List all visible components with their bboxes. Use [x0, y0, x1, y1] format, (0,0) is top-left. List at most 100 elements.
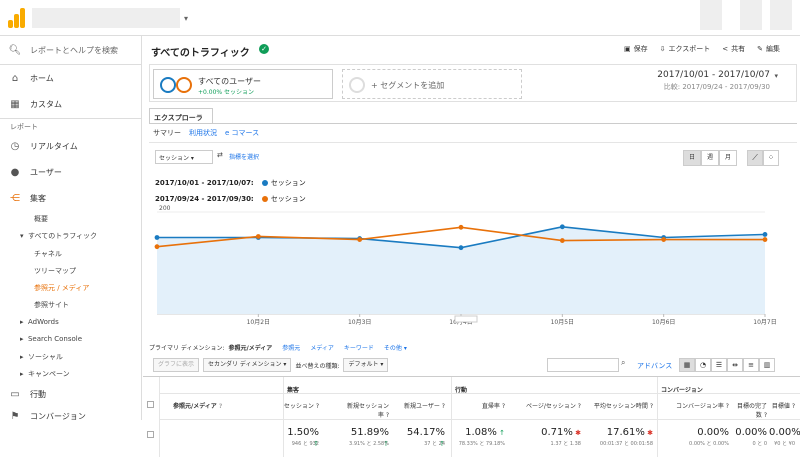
metric-comparison: 37 と 24 — [424, 441, 445, 447]
page-title: すべてのトラフィック — [151, 48, 250, 59]
sidebar-item-conversions[interactable]: ⚑ コンバージョン — [0, 406, 142, 426]
metric-value: 0.00% — [769, 427, 800, 438]
period-month-button[interactable]: 月 — [719, 150, 737, 166]
dimension-link-medium[interactable]: メディア — [310, 343, 334, 352]
dimension-link-source[interactable]: 参照元 — [282, 343, 300, 352]
sidebar-item-behavior[interactable]: ▭ 行動 — [0, 384, 142, 404]
behavior-icon: ▭ — [10, 388, 20, 400]
person-icon: ● — [10, 166, 20, 178]
subtab-usage[interactable]: 利用状況 — [189, 128, 217, 138]
column-header[interactable]: 平均セッション時間 ? — [583, 401, 653, 410]
metric-comparison: 00:01:37 と 00:01:58 — [599, 441, 653, 447]
tab-explorer[interactable]: エクスプローラ — [149, 108, 213, 124]
save-button[interactable]: ▣ 保存 — [624, 44, 648, 54]
column-header[interactable]: セッション ? — [283, 401, 319, 410]
data-point — [255, 234, 261, 239]
performance-view-icon[interactable]: ☰ — [711, 358, 727, 372]
sidebar-sub-source-medium[interactable]: 参照元 / メディア — [34, 283, 89, 293]
column-header[interactable]: 新規セッション率 ? — [343, 401, 389, 419]
share-button[interactable]: < 共有 — [722, 44, 745, 54]
period-day-button[interactable]: 日 — [683, 150, 701, 166]
dimension-link-keyword[interactable]: キーワード — [344, 343, 374, 352]
reports-heading: レポート — [10, 123, 38, 131]
save-icon: ▣ — [623, 45, 631, 53]
comparison-view-icon[interactable]: ⇹ — [727, 358, 743, 372]
metric-picker-link[interactable]: 指標を選択 — [229, 152, 259, 161]
period-week-button[interactable]: 週 — [701, 150, 719, 166]
add-segment-button[interactable]: + セグメントを追加 — [342, 69, 522, 99]
sidebar-sub-referrals[interactable]: 参照サイト — [34, 300, 69, 310]
clock-icon: ◷ — [10, 140, 20, 152]
analytics-logo-icon[interactable] — [8, 8, 26, 28]
sidebar-search[interactable]: 🔍︎ レポートとヘルプを検索 — [0, 40, 142, 60]
search-icon: 🔍︎ — [8, 44, 22, 56]
sidebar-sub-overview[interactable]: 概要 — [34, 214, 48, 224]
subtab-ecommerce[interactable]: e コマース — [225, 128, 259, 138]
top-bar: ▾ — [0, 0, 800, 36]
data-point — [559, 224, 565, 230]
column-header[interactable]: ページ/セッション ? — [509, 401, 581, 410]
pivot-view-icon[interactable]: ▥ — [759, 358, 775, 372]
expand-caret-icon: ▸ — [20, 335, 28, 343]
sidebar-item-users[interactable]: ● ユーザー — [0, 162, 142, 182]
sidebar-item-realtime[interactable]: ◷ リアルタイム — [0, 136, 142, 156]
advanced-filter-link[interactable]: アドバンス — [637, 361, 672, 371]
sidebar-sub-treemap[interactable]: ツリーマップ — [34, 266, 76, 276]
row-checkbox[interactable] — [147, 431, 154, 438]
compare-metric-icon[interactable]: ⇄ — [217, 151, 223, 159]
sort-type-select[interactable]: デフォルト ▾ — [343, 358, 389, 372]
motion-chart-icon[interactable]: ⁘ — [763, 150, 779, 166]
sessions-line-chart[interactable]: 20010010月2日10月3日10月4日10月5日10月6日10月7日 — [153, 204, 779, 326]
sidebar-sub-channels[interactable]: チャネル — [34, 249, 62, 259]
empty-ring-icon — [349, 77, 365, 93]
chevron-down-icon[interactable]: ▾ — [774, 72, 778, 80]
sidebar-item-custom[interactable]: ▦ カスタム — [0, 94, 142, 114]
select-all-checkbox[interactable] — [147, 401, 154, 408]
chevron-down-icon[interactable]: ▾ — [184, 14, 188, 23]
metric-value: 1.08% ↑ — [465, 427, 505, 438]
metric-value: 0.00% — [735, 427, 767, 438]
metric-comparison: 0 と 0 — [752, 441, 767, 447]
column-header[interactable]: 新規ユーザー ? — [401, 401, 445, 410]
column-header[interactable]: 直帰率 ? — [451, 401, 505, 410]
export-icon: ⇩ — [659, 45, 666, 53]
column-group-header: 行動 — [455, 387, 468, 394]
data-point — [762, 232, 768, 237]
column-header[interactable]: 目標値 ? — [769, 401, 795, 410]
account-selector[interactable] — [32, 8, 180, 28]
segment-all-users[interactable]: すべてのユーザー +0.00% セッション — [153, 69, 333, 99]
dimension-link-other[interactable]: その他 ▾ — [384, 343, 407, 352]
edit-button[interactable]: ✎ 編集 — [757, 44, 780, 54]
subtab-summary[interactable]: サマリー — [153, 128, 181, 138]
term-cloud-icon[interactable]: ≡ — [743, 358, 759, 372]
sidebar-sub-campaigns[interactable]: ▸ キャンペーン — [20, 369, 70, 379]
export-button[interactable]: ⇩ エクスポート — [660, 44, 711, 54]
search-icon[interactable]: ⌕ — [621, 358, 631, 372]
primary-dimension-bar: プライマリ ディメンション: 参照元/メディア 参照元 メディア キーワード そ… — [149, 343, 407, 352]
expand-caret-icon: ▸ — [20, 370, 28, 378]
column-header[interactable]: コンバージョン率 ? — [657, 401, 729, 410]
table-search-input[interactable] — [547, 358, 619, 372]
dimension-column-header[interactable]: 参照元/メディア ? — [173, 401, 222, 410]
metric-comparison: ¥0 と ¥0 — [774, 441, 795, 447]
sidebar-sub-all-traffic[interactable]: ▾ すべてのトラフィック — [20, 231, 97, 241]
segment-ring-icon — [176, 77, 192, 93]
sidebar-item-acquisition[interactable]: ⋲ 集客 — [0, 188, 142, 208]
metric-select[interactable]: セッション ▾ — [155, 150, 213, 164]
sidebar-item-home[interactable]: ⌂ ホーム — [0, 68, 142, 88]
pie-view-icon[interactable]: ◔ — [695, 358, 711, 372]
sidebar-sub-search-console[interactable]: ▸ Search Console — [20, 335, 82, 343]
secondary-dimension-select[interactable]: セカンダリ ディメンション ▾ — [203, 358, 292, 372]
chart-legend-previous: 2017/09/24 - 2017/09/30: セッション — [155, 195, 306, 203]
table-view-icon[interactable]: ▦ — [679, 358, 695, 372]
sidebar-sub-social[interactable]: ▸ ソーシャル — [20, 352, 63, 362]
y-tick-label: 200 — [159, 205, 171, 212]
column-header[interactable]: 目標の完了数 ? — [733, 401, 767, 419]
data-point — [154, 235, 160, 240]
metric-comparison: 946 と 932 — [291, 441, 319, 447]
help-icon: ? — [218, 403, 223, 410]
plot-rows-button[interactable]: グラフに表示 — [153, 358, 200, 372]
sidebar-sub-adwords[interactable]: ▸ AdWords — [20, 318, 59, 326]
line-chart-icon[interactable]: ⟋ — [747, 150, 763, 166]
date-range[interactable]: 2017/10/01 - 2017/10/07 — [657, 70, 770, 80]
